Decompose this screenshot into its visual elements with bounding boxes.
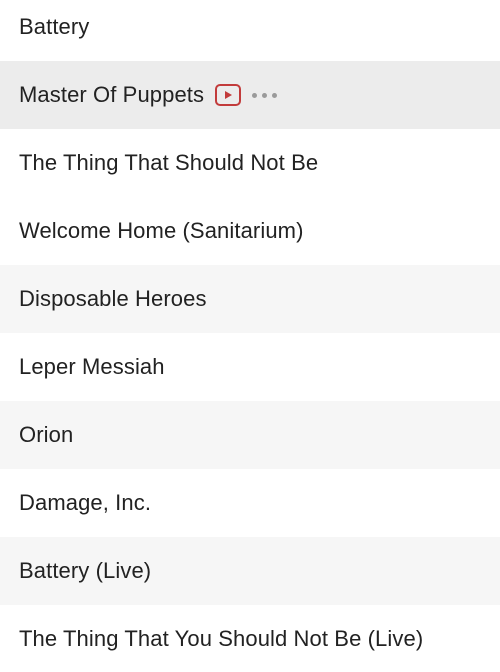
track-title: Damage, Inc. [19,490,152,515]
track-row[interactable]: Leper Messiah [0,333,500,401]
ellipsis-icon[interactable] [252,84,278,106]
track-row[interactable]: Master Of Puppets [0,61,500,129]
track-row[interactable]: Orion [0,401,500,469]
track-row[interactable]: Battery (Live) [0,537,500,605]
track-row[interactable]: Battery [0,0,500,61]
track-row[interactable]: The Thing That Should Not Be [0,129,500,197]
track-title: Battery [19,14,90,39]
track-title: The Thing That You Should Not Be (Live) [19,626,424,651]
track-title: Battery (Live) [19,558,152,583]
track-title: Orion [19,422,74,447]
track-row[interactable]: Welcome Home (Sanitarium) [0,197,500,265]
track-title: Disposable Heroes [19,286,207,311]
track-title: Master Of Puppets [19,82,205,107]
play-video-icon[interactable] [215,84,242,106]
track-list: Battery Master Of Puppets The Thing That… [0,0,500,665]
track-title: The Thing That Should Not Be [19,150,319,175]
track-row[interactable]: Disposable Heroes [0,265,500,333]
track-row[interactable]: The Thing That You Should Not Be (Live) [0,605,500,672]
track-title: Leper Messiah [19,354,165,379]
track-row[interactable]: Damage, Inc. [0,469,500,537]
track-title: Welcome Home (Sanitarium) [19,218,304,243]
